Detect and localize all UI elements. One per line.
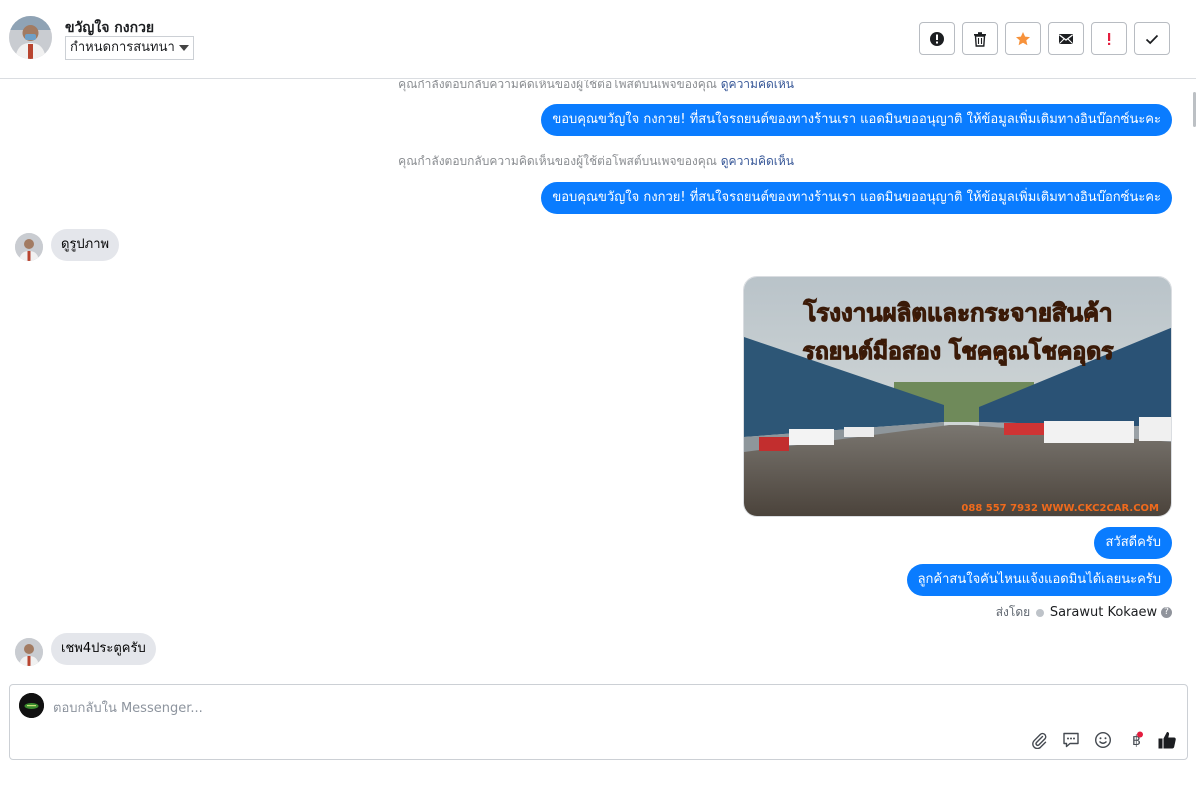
star-icon bbox=[1016, 31, 1030, 45]
outgoing-message[interactable]: ขอบคุณขวัญใจ กงกวย! ที่สนใจรถยนต์ของทางร… bbox=[541, 104, 1172, 136]
outgoing-message[interactable]: ขอบคุณขวัญใจ กงกวย! ที่สนใจรถยนต์ของทางร… bbox=[541, 182, 1172, 214]
alert-circle-icon bbox=[930, 31, 944, 46]
help-icon[interactable]: ? bbox=[1161, 607, 1172, 618]
reply-composer: ฿ bbox=[9, 684, 1188, 760]
paperclip-icon[interactable] bbox=[1028, 729, 1050, 751]
follow-up-button[interactable] bbox=[1091, 22, 1127, 55]
thumbs-up-icon[interactable] bbox=[1156, 729, 1178, 751]
outgoing-message[interactable]: ลูกค้าสนใจคันไหนแจ้งแอดมินได้เลยนะครับ bbox=[906, 564, 1172, 596]
sent-by-label: ส่งโดย bbox=[995, 605, 1031, 619]
photo-headline-2: รถยนต์มือสอง โชคคูณโชคอุดร bbox=[802, 337, 1114, 366]
conversation-header: ขวัญใจ กงกวย กำหนดการสนทนา bbox=[0, 0, 1196, 79]
exclamation-icon bbox=[1108, 32, 1111, 45]
saved-reply-icon[interactable] bbox=[1060, 729, 1082, 751]
comment-reply-notice: คุณกำลังตอบกลับความคิดเห็นของผู้ใช้ต่อโพ… bbox=[398, 80, 794, 94]
message-thread[interactable]: คุณกำลังตอบกลับความคิดเห็นของผู้ใช้ต่อโพ… bbox=[0, 80, 1196, 680]
chevron-down-icon bbox=[178, 44, 189, 51]
notice-text: คุณกำลังตอบกลับความคิดเห็นของผู้ใช้ต่อโพ… bbox=[398, 80, 717, 91]
incoming-message[interactable]: ดูรูปภาพ bbox=[51, 229, 120, 261]
view-comment-link[interactable]: ดูความคิดเห็น bbox=[721, 80, 794, 91]
photo-headline-1: โรงงานผลิตและกระจายสินค้า bbox=[802, 298, 1112, 327]
view-comment-link[interactable]: ดูความคิดเห็น bbox=[721, 154, 794, 168]
trash-icon bbox=[974, 31, 986, 47]
sent-by-name[interactable]: Sarawut Kokaew bbox=[1050, 605, 1157, 620]
photo-footer-text: 088 557 7932 WWW.CKC2CAR.COM bbox=[961, 503, 1159, 514]
mark-spam-button[interactable] bbox=[919, 22, 955, 55]
reply-input[interactable] bbox=[53, 697, 953, 719]
comment-reply-notice: คุณกำลังตอบกลับความคิดเห็นของผู้ใช้ต่อโพ… bbox=[398, 152, 794, 171]
sender-avatar[interactable] bbox=[15, 638, 43, 666]
baht-icon[interactable]: ฿ bbox=[1124, 729, 1146, 751]
outgoing-message[interactable]: สวัสดีครับ bbox=[1094, 527, 1172, 559]
verified-icon bbox=[1035, 608, 1044, 617]
emoji-icon[interactable] bbox=[1092, 729, 1114, 751]
checkmark-icon bbox=[1145, 34, 1159, 44]
star-button[interactable] bbox=[1005, 22, 1041, 55]
sender-avatar[interactable] bbox=[15, 233, 43, 261]
photo-attachment[interactable]: โรงงานผลิตและกระจายสินค้า รถยนต์มือสอง โ… bbox=[743, 276, 1172, 517]
incoming-message[interactable]: เชพ4ประตูครับ bbox=[51, 633, 156, 665]
conversation-label-dropdown[interactable]: กำหนดการสนทนา bbox=[65, 36, 194, 60]
mark-done-button[interactable] bbox=[1134, 22, 1170, 55]
mark-unread-button[interactable] bbox=[1048, 22, 1084, 55]
contact-avatar[interactable] bbox=[9, 16, 52, 59]
envelope-icon bbox=[1059, 33, 1073, 44]
delete-button[interactable] bbox=[962, 22, 998, 55]
sent-by-info: ส่งโดย Sarawut Kokaew ? bbox=[996, 603, 1172, 622]
conversation-label-value: กำหนดการสนทนา bbox=[70, 40, 175, 55]
page-avatar bbox=[19, 693, 44, 718]
notice-text: คุณกำลังตอบกลับความคิดเห็นของผู้ใช้ต่อโพ… bbox=[398, 154, 717, 168]
